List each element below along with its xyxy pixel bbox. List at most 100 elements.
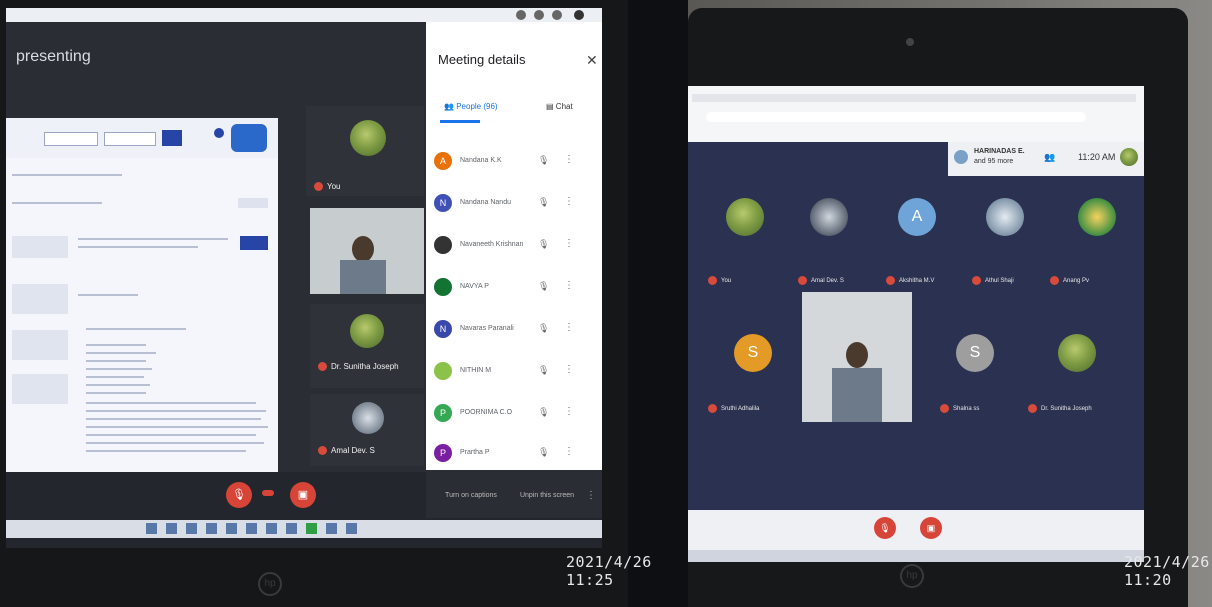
leaf-avatar (726, 198, 764, 236)
photo-avatar (986, 198, 1024, 236)
meet-stage: presenting You Dr. Sunitha Joseph Amal D… (6, 22, 426, 474)
shared-heading-line (78, 238, 228, 240)
leaf-avatar (1058, 334, 1096, 372)
more-icon[interactable]: ⋮ (564, 446, 574, 457)
participant-name: You (708, 276, 731, 285)
list-item[interactable]: Navaneeth Krishnan 🎙︎ ⋮ (434, 236, 594, 258)
shared-sidebar-block (12, 236, 68, 258)
mic-off-button[interactable]: 🎙︎ (226, 482, 252, 508)
puzzle-icon[interactable] (552, 10, 562, 20)
photo-timestamp: 2021/4/26 11:20 (1124, 553, 1210, 589)
app-icon[interactable] (266, 523, 277, 534)
mic-off-icon[interactable]: 🎙︎ (538, 447, 549, 458)
self-avatar (1120, 148, 1138, 166)
app-icon[interactable] (286, 523, 297, 534)
participant-tile: You (708, 192, 788, 285)
mic-off-icon[interactable]: 🎙︎ (538, 197, 549, 208)
photo-timestamp: 2021/4/26 11:25 (566, 553, 652, 589)
search-icon[interactable] (166, 523, 177, 534)
tab-indicator (440, 120, 480, 123)
star-icon[interactable] (534, 10, 544, 20)
unpin-button[interactable]: Unpin this screen (516, 492, 578, 499)
participant-name: Dr. Sunitha Joseph (318, 362, 399, 372)
presenting-label: presenting (16, 48, 91, 65)
people-icon[interactable]: 👥 (1044, 152, 1055, 163)
hangup-icon[interactable] (262, 490, 274, 496)
list-item[interactable]: P POORNIMA C.O 🎙︎ ⋮ (434, 404, 594, 426)
participant-name: Nandana K.K (460, 157, 502, 164)
clock: 11:20 AM (1078, 152, 1116, 162)
participant-tile: S Shalna ss (940, 326, 1020, 416)
browser-tabs[interactable] (692, 94, 1136, 102)
extension-icon[interactable] (516, 10, 526, 20)
avatar (434, 278, 452, 296)
photo-avatar (810, 198, 848, 236)
shared-cta (231, 124, 267, 152)
close-icon[interactable]: ✕ (586, 52, 598, 69)
participant-tile: Anang Pv (1050, 192, 1130, 285)
mic-off-icon (940, 404, 949, 413)
tab-chat[interactable]: ▤ Chat (546, 102, 573, 111)
list-item[interactable]: NAVYA P 🎙︎ ⋮ (434, 278, 594, 300)
participant-name: POORNIMA C.O (460, 409, 513, 416)
video-tile (310, 208, 424, 294)
participant-tile: You (306, 106, 424, 196)
mic-off-icon (314, 182, 323, 192)
captions-button[interactable]: Turn on captions (430, 492, 512, 499)
browser-top-bar (6, 8, 602, 22)
avatar: P (434, 444, 452, 462)
app-icon[interactable] (346, 523, 357, 534)
panel-title: Meeting details (438, 52, 526, 67)
mic-off-icon[interactable]: 🎙︎ (538, 365, 549, 376)
shared-logo (214, 128, 224, 138)
mic-off-icon[interactable]: 🎙︎ (538, 281, 549, 292)
mic-off-icon (318, 446, 327, 456)
meeting-details-panel: Meeting details ✕ 👥 People (96) ▤ Chat A… (426, 22, 602, 518)
participant-name: Anang Pv (1050, 276, 1089, 285)
shared-search-button (162, 130, 182, 146)
mic-off-button[interactable]: 🎙︎ (874, 517, 896, 539)
shared-body-line (86, 376, 144, 378)
webcam (906, 38, 914, 46)
app-icon[interactable] (306, 523, 317, 534)
browser-chrome (688, 86, 1144, 142)
more-icon[interactable]: ⋮ (564, 154, 574, 165)
list-item[interactable]: A Nandana K.K 🎙︎ ⋮ (434, 152, 594, 174)
shared-sidebar-block-2 (12, 284, 68, 314)
more-icon[interactable]: ⋮ (586, 490, 596, 501)
shared-text-line (12, 202, 102, 204)
leaf-avatar (350, 120, 386, 156)
app-icon[interactable] (226, 523, 237, 534)
address-bar[interactable] (706, 112, 1086, 122)
mic-off-icon[interactable]: 🎙︎ (538, 155, 549, 166)
mic-off-icon[interactable]: 🎙︎ (538, 323, 549, 334)
camera-off-button[interactable]: ▣ (920, 517, 942, 539)
camera-off-button[interactable]: ▣ (290, 482, 316, 508)
more-icon[interactable]: ⋮ (564, 322, 574, 333)
right-photo: HARINADAS E. and 95 more 👥 11:20 AM You … (688, 0, 1212, 607)
more-icon[interactable]: ⋮ (564, 364, 574, 375)
list-item[interactable]: P Prartha P 🎙︎ ⋮ (434, 444, 594, 466)
more-icon[interactable]: ⋮ (564, 406, 574, 417)
start-icon[interactable] (146, 523, 157, 534)
tab-people[interactable]: 👥 People (96) (444, 102, 498, 111)
mic-off-icon[interactable]: 🎙︎ (538, 239, 549, 250)
app-icon[interactable] (206, 523, 217, 534)
more-icon[interactable]: ⋮ (564, 280, 574, 291)
list-item[interactable]: N Navaras Paranali 🎙︎ ⋮ (434, 320, 594, 342)
photo-avatar (352, 402, 384, 434)
mic-off-icon (1028, 404, 1037, 413)
list-item[interactable]: NITHIN M 🎙︎ ⋮ (434, 362, 594, 384)
taskview-icon[interactable] (186, 523, 197, 534)
more-icon[interactable]: ⋮ (564, 238, 574, 249)
more-icon[interactable]: ⋮ (564, 196, 574, 207)
right-laptop-screen: HARINADAS E. and 95 more 👥 11:20 AM You … (688, 86, 1144, 562)
letter-avatar: S (956, 334, 994, 372)
app-icon[interactable] (326, 523, 337, 534)
list-item[interactable]: N Nandana Nandu 🎙︎ ⋮ (434, 194, 594, 216)
avatar[interactable] (574, 10, 584, 20)
mic-off-icon[interactable]: 🎙︎ (538, 407, 549, 418)
shared-body-line (86, 384, 150, 386)
app-icon[interactable] (246, 523, 257, 534)
shared-body-line (86, 434, 256, 436)
